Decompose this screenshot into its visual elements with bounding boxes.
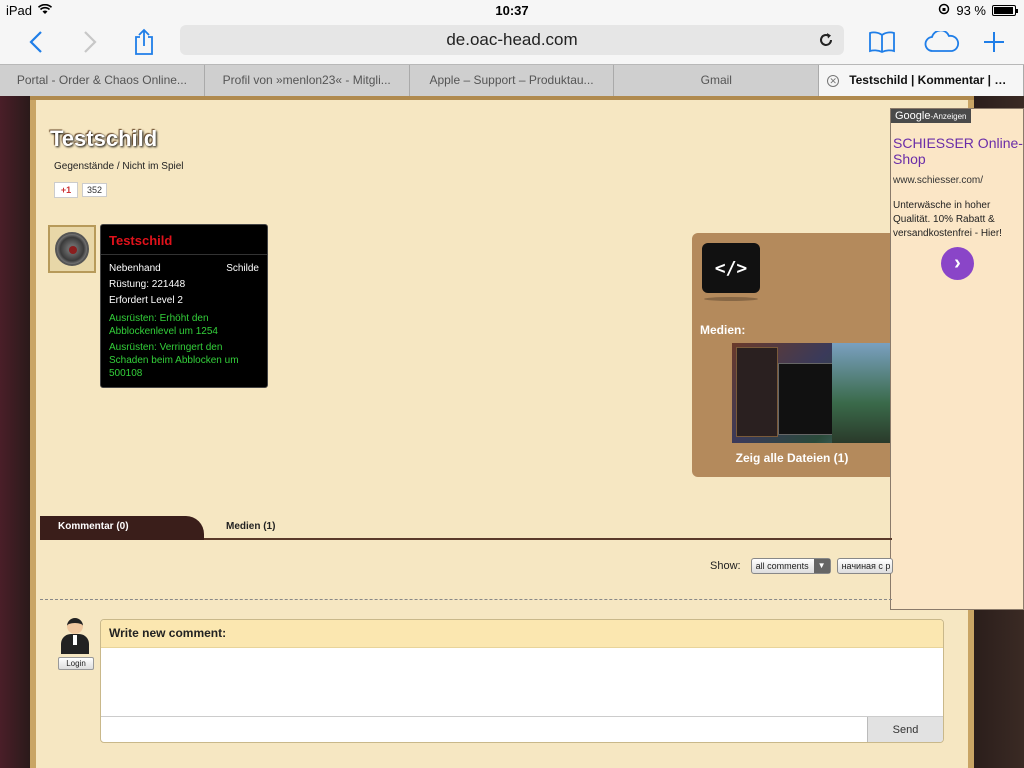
ad-description: Unterwäsche in hoher Qualität. 10% Rabat… bbox=[893, 200, 1002, 239]
embed-shadow bbox=[704, 297, 758, 301]
comment-textarea[interactable] bbox=[101, 648, 943, 716]
chevron-right-icon bbox=[84, 31, 97, 53]
show-label: Show: bbox=[710, 560, 741, 572]
item-slot: Nebenhand bbox=[109, 263, 161, 274]
new-tab-button[interactable] bbox=[976, 26, 1012, 58]
shield-icon bbox=[55, 232, 89, 266]
item-effect-2: Ausrüsten: Verringert den Schaden beim A… bbox=[109, 342, 239, 379]
close-tab-icon[interactable]: ✕ bbox=[827, 74, 840, 87]
status-bar: iPad 10:37 93 % bbox=[0, 0, 1024, 22]
tab-kommentar[interactable]: Kommentar (0) bbox=[40, 516, 204, 540]
ad-tag-suffix: -Anzeigen bbox=[930, 112, 967, 121]
item-armor: Rüstung: 221448 bbox=[109, 279, 186, 290]
comment-tabs: Kommentar (0) Medien (1) bbox=[40, 516, 892, 540]
tab-testschild[interactable]: ✕ Testschild | Kommentar | O... bbox=[819, 65, 1024, 96]
address-bar[interactable]: de.oac-head.com bbox=[180, 25, 844, 55]
thumb-tooltip-panel bbox=[778, 363, 834, 435]
media-thumbnail[interactable] bbox=[732, 343, 892, 443]
book-icon bbox=[869, 31, 895, 53]
dropdown-arrow-icon: ▼ bbox=[813, 559, 830, 573]
item-effect-1: Ausrüsten: Erhöht den Abblockenlevel um … bbox=[109, 313, 218, 337]
tab-portal[interactable]: Portal - Order & Chaos Online... bbox=[0, 65, 205, 96]
tab-apple-support[interactable]: Apple – Support – Produktau... bbox=[409, 65, 615, 96]
battery-icon bbox=[992, 5, 1018, 16]
chevron-right-icon: › bbox=[954, 252, 961, 274]
avatar bbox=[58, 618, 92, 654]
comment-filter-value: all comments bbox=[755, 561, 809, 571]
tab-gmail[interactable]: Gmail bbox=[614, 65, 820, 96]
url-text: de.oac-head.com bbox=[446, 30, 578, 49]
browser-toolbar: de.oac-head.com bbox=[0, 22, 1024, 64]
rotation-lock-icon bbox=[938, 3, 950, 18]
thumb-inventory-panel bbox=[736, 347, 778, 437]
tab-profil[interactable]: Profil von »menlon23« - Mitgli... bbox=[204, 65, 410, 96]
forward-button[interactable] bbox=[72, 26, 108, 58]
comment-filter-row: Show: all comments ▼ начиная с р bbox=[710, 558, 893, 574]
comment-form-title: Write new comment: bbox=[101, 620, 943, 648]
ad-arrow-button[interactable]: › bbox=[941, 247, 974, 280]
icloud-tabs-button[interactable] bbox=[920, 26, 964, 58]
item-level: Erfordert Level 2 bbox=[109, 295, 183, 306]
google-ad: Google-Anzeigen SCHIESSER Online-Shop ww… bbox=[890, 108, 1024, 610]
battery-percent: 93 % bbox=[956, 3, 986, 18]
page-border-left bbox=[0, 96, 30, 768]
avatar-head bbox=[67, 618, 83, 634]
ad-url[interactable]: www.schiesser.com/ bbox=[893, 175, 983, 186]
share-button[interactable] bbox=[126, 26, 162, 58]
share-icon bbox=[135, 28, 153, 55]
ad-tag: Google-Anzeigen bbox=[891, 109, 971, 123]
plus-icon bbox=[984, 32, 1004, 52]
reload-icon bbox=[820, 33, 832, 46]
web-page: Testschild Gegenstände / Nicht im Spiel … bbox=[0, 96, 1024, 768]
back-button[interactable] bbox=[18, 26, 54, 58]
comment-footer: Send bbox=[101, 716, 943, 742]
tab-testschild-label: Testschild | Kommentar | O... bbox=[849, 73, 1014, 87]
breadcrumb[interactable]: Gegenstände / Nicht im Spiel bbox=[54, 161, 184, 172]
tab-medien[interactable]: Medien (1) bbox=[226, 516, 275, 538]
cloud-icon bbox=[924, 31, 960, 52]
bookmarks-button[interactable] bbox=[864, 26, 900, 58]
gplus-widget: +1 352 bbox=[54, 182, 108, 198]
ad-title[interactable]: SCHIESSER Online-Shop bbox=[893, 135, 1023, 167]
comment-sort-select[interactable]: начиная с р bbox=[836, 558, 893, 574]
embed-code-button[interactable]: </> bbox=[702, 243, 760, 293]
chevron-left-icon bbox=[29, 31, 42, 53]
divider bbox=[40, 599, 892, 600]
thumb-scene bbox=[832, 343, 892, 443]
media-panel: </> Medien: Zeig alle Dateien (1) bbox=[692, 233, 892, 477]
comment-filter-select[interactable]: all comments ▼ bbox=[750, 558, 831, 574]
login-button[interactable]: Login bbox=[58, 657, 94, 670]
item-name: Testschild bbox=[101, 225, 267, 255]
item-icon[interactable] bbox=[48, 225, 96, 273]
slot-row: Nebenhand Schilde bbox=[101, 261, 267, 277]
comment-sort-value: начиная с р bbox=[841, 561, 891, 571]
item-type: Schilde bbox=[226, 263, 259, 274]
media-label: Medien: bbox=[700, 323, 746, 337]
gplus-button[interactable]: +1 bbox=[54, 182, 78, 198]
avatar-tie bbox=[73, 635, 77, 645]
ad-tag-brand: Google bbox=[895, 110, 931, 122]
item-tooltip: Testschild Nebenhand Schilde Rüstung: 22… bbox=[100, 224, 268, 388]
tab-bar: Portal - Order & Chaos Online... Profil … bbox=[0, 64, 1024, 96]
show-all-files-link[interactable]: Zeig alle Dateien (1) bbox=[692, 451, 892, 465]
comment-form: Write new comment: Send bbox=[100, 619, 944, 743]
reload-button[interactable] bbox=[816, 25, 836, 55]
gplus-count: 352 bbox=[82, 183, 108, 197]
clock: 10:37 bbox=[495, 3, 529, 18]
page-title: Testschild bbox=[50, 126, 158, 151]
send-button[interactable]: Send bbox=[867, 717, 943, 742]
